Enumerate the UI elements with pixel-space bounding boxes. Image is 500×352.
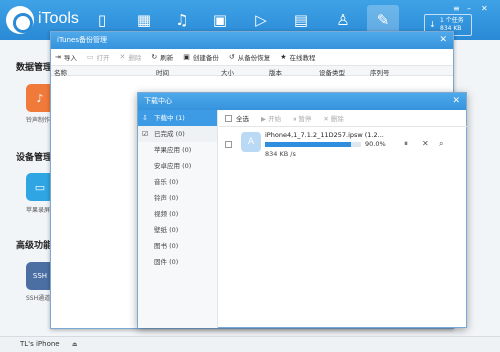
open-button[interactable]: ▭ 打开 <box>87 52 110 62</box>
cancel-icon[interactable]: ✕ <box>422 139 429 148</box>
window-title: 下载中心 <box>138 93 466 110</box>
download-progress-bar <box>265 142 361 147</box>
close-icon[interactable]: ✕ <box>452 96 460 106</box>
import-button[interactable]: ⇥ 导入 <box>55 52 77 62</box>
folder-icon: ▭ <box>86 53 94 61</box>
column-header: 名称 <box>54 69 67 77</box>
download-list-area: 全选 ▶ 开始 ⏸ 暂停 ✕ 删除 A iPhone4,1_7.1.2_11D2… <box>219 110 467 328</box>
category-video[interactable]: 视频 (0) <box>138 206 217 222</box>
column-header: 设备类型 <box>319 69 345 77</box>
device-name[interactable]: TL's iPhone <box>20 340 60 348</box>
restore-icon: ↺ <box>228 53 235 61</box>
backup-icon: ▣ <box>183 53 190 61</box>
download-categories: ⇩ 下载中 (1) ☑ 已完成 (0) 苹果应用 (0) 安卓应用 (0) 音乐 (… <box>138 110 218 328</box>
tool-label: 铃声制作 <box>26 117 51 124</box>
column-header: 序列号 <box>370 69 390 77</box>
download-arrow-icon: ↓ <box>429 20 436 29</box>
download-center-window: 下载中心 ✕ ⇩ 下载中 (1) ☑ 已完成 (0) 苹果应用 (0) 安卓应用 (… <box>137 92 467 328</box>
category-downloading[interactable]: ⇩ 下载中 (1) <box>138 110 217 126</box>
category-ringtones[interactable]: 铃声 (0) <box>138 190 217 206</box>
brand-name: iTools <box>38 10 79 27</box>
close-icon[interactable]: ✕ <box>481 4 488 13</box>
search-icon[interactable]: ⌕ <box>439 139 443 149</box>
delete-icon: ✕ <box>119 53 126 61</box>
minimize-icon[interactable]: – <box>467 4 471 13</box>
category-books[interactable]: 图书 (0) <box>138 238 217 254</box>
close-icon[interactable]: ✕ <box>439 35 447 45</box>
import-icon: ⇥ <box>55 53 61 61</box>
category-android-apps[interactable]: 安卓应用 (0) <box>138 158 217 174</box>
start-button[interactable]: ▶ 开始 <box>261 113 281 123</box>
progress-fill <box>265 142 352 147</box>
online-tutorial-button[interactable]: ★ 在线教程 <box>280 52 315 62</box>
category-completed[interactable]: ☑ 已完成 (0) <box>138 126 217 142</box>
section-title: 数据管理 <box>16 63 53 73</box>
itools-logo <box>6 6 34 34</box>
menu-icon[interactable]: ≡ <box>453 4 460 13</box>
category-apple-apps[interactable]: 苹果应用 (0) <box>138 142 217 158</box>
category-music[interactable]: 音乐 (0) <box>138 174 217 190</box>
eject-icon[interactable]: ⏏ <box>72 341 78 348</box>
backup-table-header: 名称 时间 大小 版本 设备类型 序列号 <box>51 66 453 77</box>
app-store-icon: A <box>241 132 261 152</box>
create-backup-button[interactable]: ▣ 创建备份 <box>183 52 219 62</box>
pause-icon[interactable]: ⏸ <box>404 139 408 149</box>
download-filename: iPhone4,1_7.1.2_11D257.ipsw (1.2... <box>265 131 384 139</box>
task-count: 1 个任务 <box>440 17 464 24</box>
select-all-label: 全选 <box>236 115 249 123</box>
section-title: 设备管理 <box>16 153 53 163</box>
category-firmware[interactable]: 固件 (0) <box>138 254 217 270</box>
column-header: 时间 <box>156 69 169 77</box>
download-icon: ⇩ <box>142 114 148 122</box>
section-title: 高级功能 <box>16 241 53 251</box>
backup-toolbar: ⇥ 导入 ▭ 打开 ✕ 删除 ↻ 刷新 ▣ 创建备份 ↺ 从备份恢复 ★ 在线教程 <box>51 49 453 66</box>
refresh-icon: ↻ <box>151 53 158 61</box>
download-toolbar: 全选 ▶ 开始 ⏸ 暂停 ✕ 删除 <box>219 110 467 127</box>
column-header: 版本 <box>269 69 282 77</box>
window-title: iTunes备份管理 <box>51 32 453 49</box>
item-checkbox[interactable] <box>225 141 232 148</box>
category-wallpaper[interactable]: 壁纸 (0) <box>138 222 217 238</box>
download-item: A iPhone4,1_7.1.2_11D257.ipsw (1.2... 90… <box>223 130 463 160</box>
star-icon: ★ <box>280 53 287 61</box>
column-header: 大小 <box>221 69 234 77</box>
select-all-checkbox[interactable] <box>225 114 232 122</box>
refresh-button[interactable]: ↻ 刷新 <box>151 52 173 62</box>
delete-button[interactable]: ✕ 删除 <box>323 113 344 123</box>
restore-backup-button[interactable]: ↺ 从备份恢复 <box>229 52 270 62</box>
tool-label: SSH通道 <box>26 295 51 302</box>
delete-button[interactable]: ✕ 删除 <box>120 52 142 62</box>
pause-button[interactable]: ⏸ 暂停 <box>293 113 311 124</box>
download-percent: 90.0% <box>365 140 386 148</box>
check-icon: ☑ <box>142 130 149 138</box>
download-speed: 834 KB /s <box>265 150 296 158</box>
status-bar: TL's iPhone ⏏ <box>0 336 500 352</box>
